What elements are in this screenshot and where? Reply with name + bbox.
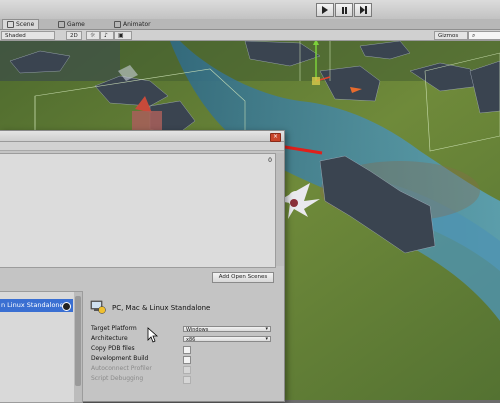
animator-icon — [114, 21, 121, 28]
tab-scene-label: Scene — [16, 21, 35, 28]
scenes-count: 0 — [268, 157, 272, 164]
platform-item-label: n Linux Standalone — [1, 301, 64, 309]
platform-list[interactable]: n Linux Standalone — [0, 291, 83, 403]
build-settings-dialog: × 0 Add Open Scenes n Linux Standalone P… — [0, 130, 285, 403]
close-button[interactable]: × — [270, 133, 281, 142]
platform-scrollbar-thumb[interactable] — [75, 296, 81, 386]
sun-icon: ☼ — [90, 32, 96, 39]
standalone-platform-icon — [90, 300, 106, 314]
main-toolbar — [0, 0, 500, 20]
add-open-scenes-button[interactable]: Add Open Scenes — [212, 272, 274, 283]
toggle-2d-label: 2D — [70, 32, 78, 39]
lighting-toggle[interactable]: ☼ — [86, 31, 100, 40]
autoconnect-profiler-checkbox — [183, 366, 191, 374]
mouse-cursor-icon — [147, 327, 159, 343]
editor-tab-bar: Scene Game Animator — [0, 19, 500, 30]
toggle-2d-button[interactable]: 2D — [66, 31, 82, 40]
shading-mode-label: Shaded — [5, 32, 26, 39]
tab-game-label: Game — [67, 21, 85, 28]
tab-animator[interactable]: Animator — [110, 20, 155, 29]
copy-pdb-checkbox[interactable] — [183, 346, 191, 354]
architecture-label: Architecture — [91, 335, 128, 342]
scenes-in-build-header — [0, 142, 284, 151]
gizmos-label: Gizmos — [438, 32, 459, 39]
dialog-titlebar[interactable]: × — [0, 131, 284, 142]
search-icon: ⌕ — [472, 31, 476, 39]
scene-toolbar: Shaded 2D ☼ ♪ ▣ Gizmos ⌕ — [0, 30, 500, 41]
architecture-dropdown[interactable]: x86 — [183, 336, 271, 343]
step-button[interactable] — [354, 3, 372, 17]
tab-animator-label: Animator — [123, 21, 151, 28]
speaker-icon: ♪ — [104, 32, 108, 39]
pause-button[interactable] — [335, 3, 353, 17]
play-icon — [322, 6, 328, 14]
pause-icon — [341, 6, 347, 14]
playback-controls — [316, 3, 373, 17]
development-build-checkbox[interactable] — [183, 356, 191, 364]
shading-mode-dropdown[interactable]: Shaded — [1, 31, 55, 40]
game-icon — [58, 21, 65, 28]
platform-scrollbar[interactable] — [74, 292, 82, 402]
scenes-in-build-list[interactable]: 0 — [0, 153, 276, 268]
tab-scene[interactable]: Scene — [2, 19, 40, 29]
development-build-label: Development Build — [91, 355, 149, 362]
image-icon: ▣ — [118, 32, 124, 39]
autoconnect-profiler-label: Autoconnect Profiler — [91, 365, 152, 372]
gizmos-dropdown[interactable]: Gizmos — [434, 31, 468, 40]
step-icon — [359, 6, 367, 14]
copy-pdb-label: Copy PDB files — [91, 345, 135, 352]
unity-logo-icon — [62, 302, 71, 311]
effects-dropdown[interactable]: ▣ — [114, 31, 132, 40]
target-platform-label: Target Platform — [91, 325, 137, 332]
close-icon: × — [272, 133, 279, 140]
play-button[interactable] — [316, 3, 334, 17]
tab-game[interactable]: Game — [54, 20, 89, 29]
target-platform-dropdown[interactable]: Windows — [183, 326, 271, 333]
scene-search-input[interactable]: ⌕ — [468, 31, 500, 40]
scene-icon — [7, 21, 14, 28]
scenes-scrollbar[interactable] — [276, 153, 284, 266]
script-debugging-checkbox — [183, 376, 191, 384]
audio-toggle[interactable]: ♪ — [100, 31, 114, 40]
selected-platform-title: PC, Mac & Linux Standalone — [112, 304, 211, 312]
script-debugging-label: Script Debugging — [91, 375, 144, 382]
platform-item-standalone[interactable]: n Linux Standalone — [0, 299, 73, 312]
